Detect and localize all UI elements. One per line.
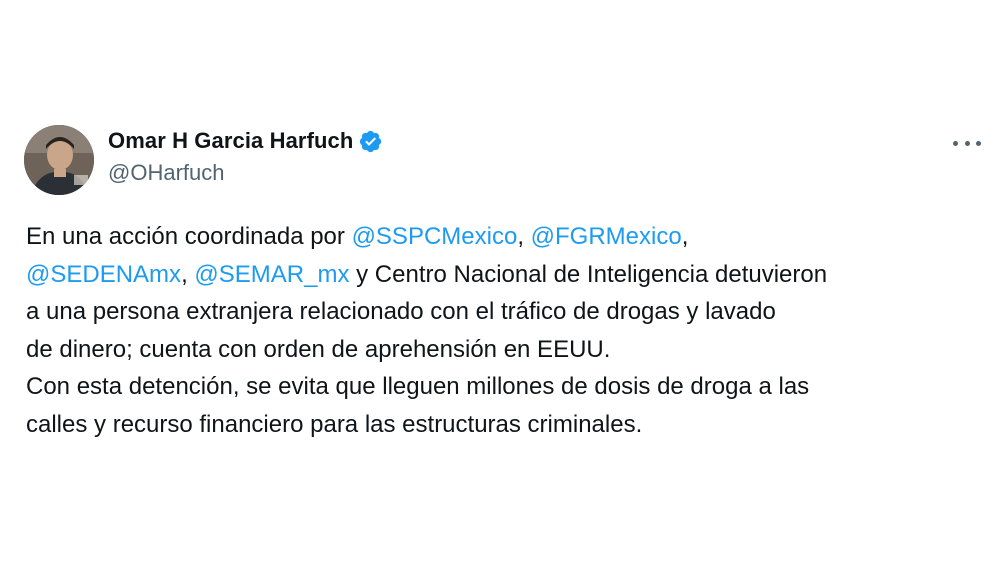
mention-link[interactable]: @SEMAR_mx bbox=[194, 261, 349, 288]
tweet-card: Omar H Garcia Harfuch @OHarfuch En una a… bbox=[0, 0, 1004, 565]
tweet-text-line: En una acción coordinada por @SSPCMexico… bbox=[26, 218, 991, 256]
tweet-text-segment: a una persona extranjera relacionado con… bbox=[26, 298, 776, 325]
tweet-text-segment: , bbox=[517, 223, 531, 250]
mention-link[interactable]: @SSPCMexico bbox=[352, 223, 518, 250]
tweet-text-segment: de dinero; cuenta con orden de aprehensi… bbox=[26, 335, 611, 363]
tweet-text-line: @SEDENAmx, @SEMAR_mx y Centro Nacional d… bbox=[26, 256, 991, 294]
more-horizontal-icon bbox=[964, 140, 970, 146]
tweet-text-line: calles y recurso financiero para las est… bbox=[26, 406, 991, 444]
author-handle[interactable]: @OHarfuch bbox=[108, 160, 224, 186]
tweet-text-segment: En una acción coordinada por bbox=[26, 223, 352, 250]
tweet-text-line: de dinero; cuenta con orden de aprehensi… bbox=[26, 331, 991, 369]
author-name-row: Omar H Garcia Harfuch bbox=[108, 126, 383, 156]
more-horizontal-icon bbox=[976, 140, 981, 146]
mention-link[interactable]: @SEDENAmx bbox=[26, 261, 181, 288]
verified-badge-icon[interactable] bbox=[358, 129, 383, 154]
tweet-text-segment: calles y recurso financiero para las est… bbox=[26, 410, 643, 438]
tweet-text-line: a una persona extranjera relacionado con… bbox=[26, 293, 991, 331]
profile-photo-icon bbox=[24, 125, 94, 195]
tweet-text-line: Con esta detención, se evita que lleguen… bbox=[26, 368, 991, 406]
tweet-text-segment: , bbox=[181, 260, 195, 288]
tweet-text-segment: y Centro Nacional de Inteligencia detuvi… bbox=[349, 260, 828, 288]
author-avatar[interactable] bbox=[24, 125, 94, 195]
tweet-text-segment: Con esta detención, se evita que lleguen… bbox=[26, 373, 810, 400]
tweet-text: En una acción coordinada por @SSPCMexico… bbox=[26, 218, 991, 443]
mention-link[interactable]: @FGRMexico bbox=[531, 223, 682, 250]
more-options-button[interactable] bbox=[953, 133, 981, 153]
more-horizontal-icon bbox=[953, 140, 958, 146]
author-display-name[interactable]: Omar H Garcia Harfuch bbox=[108, 128, 353, 154]
tweet-text-segment: , bbox=[681, 223, 689, 250]
